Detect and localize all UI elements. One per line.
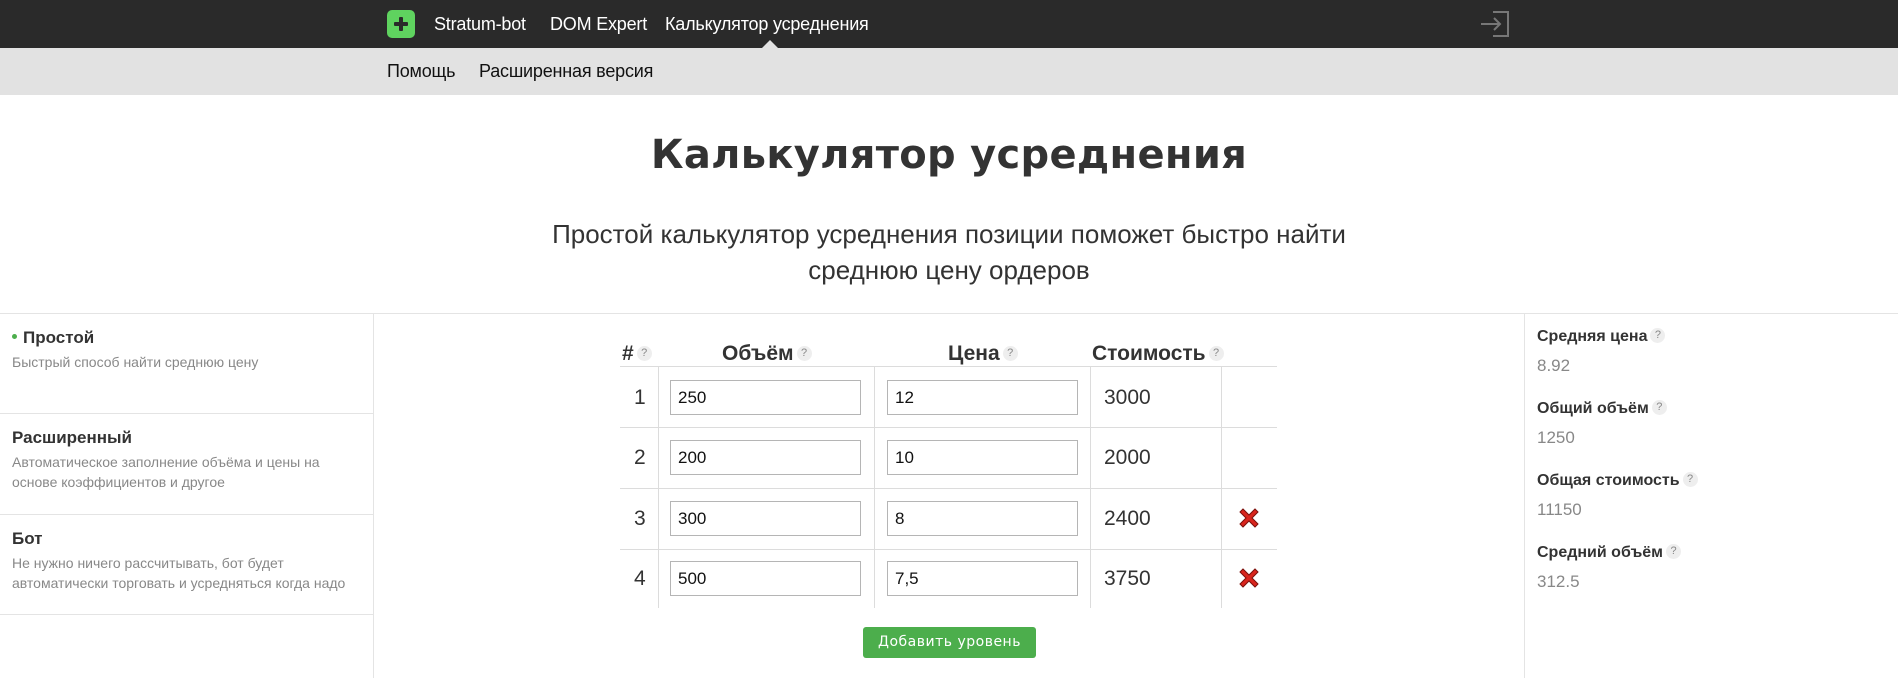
stat-label: Общая стоимость xyxy=(1537,472,1680,489)
sidebar-item-title: Простой xyxy=(23,328,95,347)
sidebar-item-bot[interactable]: Бот Не нужно ничего рассчитывать, бот бу… xyxy=(0,515,374,615)
nav-link-stratum-bot[interactable]: Stratum-bot xyxy=(434,14,526,35)
sub-nav: Помощь Расширенная версия xyxy=(0,48,1898,95)
help-icon[interactable]: ? xyxy=(1002,345,1018,361)
stat-value: 312.5 xyxy=(1537,572,1580,591)
table-col-border xyxy=(658,366,659,608)
sidebar: Простой Быстрый способ найти среднюю цен… xyxy=(0,314,374,678)
sidebar-desc-line: Не нужно ничего рассчитывать, бот будет xyxy=(12,555,284,571)
header-volume: Объём? xyxy=(722,342,812,366)
add-level-button[interactable]: Добавить уровень xyxy=(863,627,1036,658)
cost-value: 2400 xyxy=(1104,507,1151,530)
table-col-border xyxy=(874,366,875,608)
subnav-link-help[interactable]: Помощь xyxy=(387,61,456,82)
sidebar-desc-line: основе коэффициентов и другое xyxy=(12,474,225,490)
stat-label: Средняя цена xyxy=(1537,328,1648,345)
results-panel: Средняя цена? 8.92 Общий объём? 1250 Общ… xyxy=(1524,314,1898,678)
table-row-border xyxy=(620,549,1277,550)
header-price: Цена? xyxy=(948,342,1018,366)
stat-label: Общий объём xyxy=(1537,400,1649,417)
table-col-border xyxy=(1090,366,1091,608)
help-icon[interactable]: ? xyxy=(796,345,812,361)
volume-input[interactable] xyxy=(670,561,861,596)
sidebar-item-title: Бот xyxy=(12,529,43,548)
sidebar-desc-line: Автоматическое заполнение объёма и цены … xyxy=(12,454,320,470)
stat-total-volume: Общий объём? 1250 xyxy=(1537,400,1667,448)
price-input[interactable] xyxy=(887,501,1078,536)
sidebar-desc-line: автоматически торговать и усредняться ко… xyxy=(12,575,346,591)
help-icon[interactable]: ? xyxy=(1651,400,1667,416)
table-row-border xyxy=(620,488,1277,489)
volume-input[interactable] xyxy=(670,440,861,475)
stat-label: Средний объём xyxy=(1537,544,1664,561)
page-subtitle: Простой калькулятор усреднения позиции п… xyxy=(549,216,1349,288)
cost-value: 3000 xyxy=(1104,386,1151,409)
nav-link-averaging-calculator[interactable]: Калькулятор усреднения xyxy=(665,14,869,35)
row-number: 4 xyxy=(634,567,646,590)
subtitle-line-2: среднюю цену ордеров xyxy=(808,255,1090,285)
stat-average-volume: Средний объём? 312.5 xyxy=(1537,544,1682,592)
volume-input[interactable] xyxy=(670,501,861,536)
sign-in-icon[interactable] xyxy=(1479,9,1511,39)
stat-value: 11150 xyxy=(1537,500,1582,519)
stat-average-price: Средняя цена? 8.92 xyxy=(1537,328,1666,376)
table-row-border xyxy=(620,366,1277,367)
active-bullet-icon xyxy=(12,334,17,340)
sidebar-item-desc: Не нужно ничего рассчитывать, бот будет … xyxy=(12,553,374,593)
help-icon[interactable]: ? xyxy=(1682,472,1698,488)
table-row-border xyxy=(620,427,1277,428)
sidebar-item-simple[interactable]: Простой Быстрый способ найти среднюю цен… xyxy=(0,314,374,414)
cost-value: 2000 xyxy=(1104,446,1151,469)
price-input[interactable] xyxy=(887,561,1078,596)
row-number: 3 xyxy=(634,507,646,530)
sidebar-item-title: Расширенный xyxy=(12,428,132,447)
row-number: 2 xyxy=(634,446,646,469)
price-input[interactable] xyxy=(887,380,1078,415)
subnav-link-extended-version[interactable]: Расширенная версия xyxy=(479,61,653,82)
table-col-border xyxy=(1221,366,1222,608)
nav-link-dom-expert[interactable]: DOM Expert xyxy=(550,14,647,35)
page-title: Калькулятор усреднения xyxy=(650,132,1248,178)
sidebar-item-extended[interactable]: Расширенный Автоматическое заполнение об… xyxy=(0,414,374,515)
sidebar-item-desc: Автоматическое заполнение объёма и цены … xyxy=(12,452,374,492)
top-nav: Stratum-bot DOM Expert Калькулятор усред… xyxy=(0,0,1898,49)
row-number: 1 xyxy=(634,386,646,409)
header-num: #? xyxy=(622,342,652,366)
help-icon[interactable]: ? xyxy=(1666,544,1682,560)
stat-value: 1250 xyxy=(1537,428,1575,447)
delete-row-icon[interactable] xyxy=(1237,506,1261,530)
stat-total-cost: Общая стоимость? 11150 xyxy=(1537,472,1698,520)
volume-input[interactable] xyxy=(670,380,861,415)
price-input[interactable] xyxy=(887,440,1078,475)
stat-value: 8.92 xyxy=(1537,356,1571,375)
cost-value: 3750 xyxy=(1104,567,1151,590)
help-icon[interactable]: ? xyxy=(1650,328,1666,344)
delete-row-icon[interactable] xyxy=(1237,566,1261,590)
help-icon[interactable]: ? xyxy=(1208,345,1224,361)
sidebar-item-desc: Быстрый способ найти среднюю цену xyxy=(12,354,259,370)
header-cost: Стоимость? xyxy=(1092,342,1224,366)
plus-square-icon[interactable] xyxy=(387,10,415,38)
help-icon[interactable]: ? xyxy=(636,345,652,361)
subtitle-line-1: Простой калькулятор усреднения позиции п… xyxy=(552,219,1346,249)
